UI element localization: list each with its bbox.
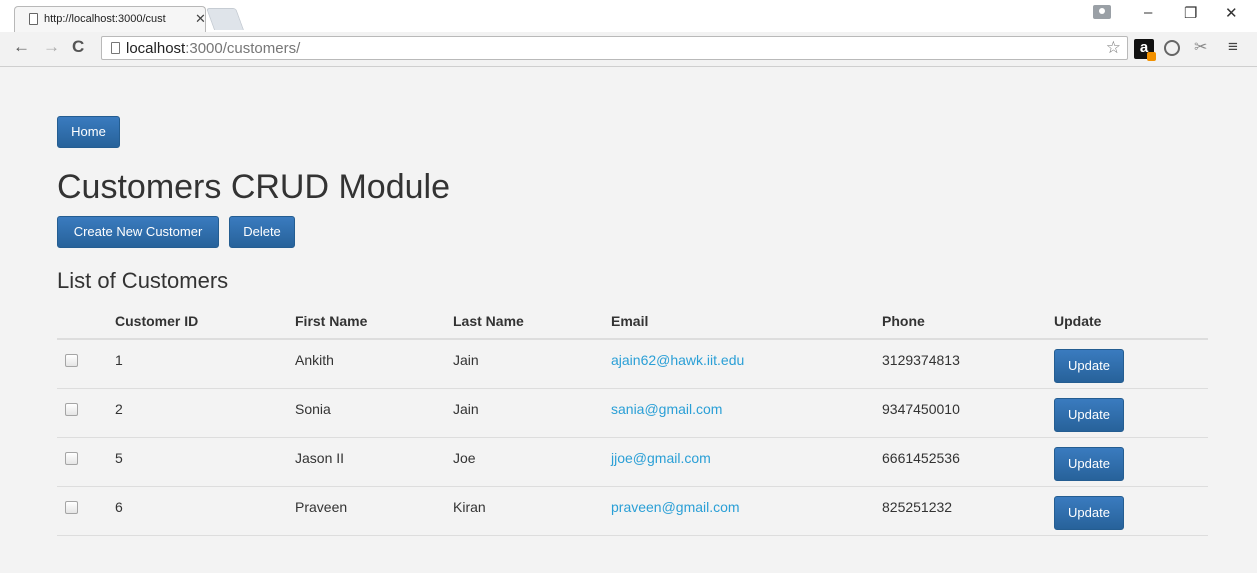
url-text: localhost:3000/customers/ <box>126 40 300 57</box>
browser-tab[interactable]: http://localhost:3000/cust ✕ <box>14 6 206 32</box>
header-customer-id: Customer ID <box>115 304 295 340</box>
cell-last-name: Jain <box>453 339 611 389</box>
cell-first-name: Sonia <box>295 388 453 438</box>
cell-customer-id: 6 <box>115 486 295 536</box>
forward-icon[interactable]: → <box>43 37 60 57</box>
cell-customer-id: 1 <box>115 339 295 389</box>
create-customer-button[interactable]: Create New Customer <box>57 216 219 248</box>
reload-icon[interactable]: C <box>72 37 84 57</box>
cell-email-link[interactable]: ajain62@hawk.iit.edu <box>611 352 744 368</box>
address-bar: ← → C localhost:3000/customers/ ☆ a ✂ ≡ <box>0 32 1257 67</box>
update-button[interactable]: Update <box>1054 349 1124 383</box>
customers-table: Customer ID First Name Last Name Email P… <box>57 304 1208 536</box>
cell-last-name: Jain <box>453 388 611 438</box>
restore-icon[interactable]: ❐ <box>1184 4 1197 22</box>
extension-cube-icon[interactable] <box>1164 40 1180 56</box>
cell-customer-id: 5 <box>115 437 295 487</box>
cell-first-name: Praveen <box>295 486 453 536</box>
table-row: 2 Sonia Jain sania@gmail.com 9347450010 … <box>57 388 1208 438</box>
extension-tool-icon[interactable]: ✂ <box>1194 37 1207 57</box>
tab-close-icon[interactable]: ✕ <box>195 11 206 27</box>
header-phone: Phone <box>882 304 1054 340</box>
cell-phone: 9347450010 <box>882 388 1054 438</box>
update-button[interactable]: Update <box>1054 495 1124 530</box>
cell-customer-id: 2 <box>115 388 295 438</box>
back-icon[interactable]: ← <box>13 37 30 57</box>
delete-button[interactable]: Delete <box>229 216 295 248</box>
url-input[interactable]: localhost:3000/customers/ ☆ <box>101 36 1128 60</box>
cell-phone: 6661452536 <box>882 437 1054 487</box>
row-checkbox[interactable] <box>65 354 78 367</box>
header-select <box>57 304 115 340</box>
header-update: Update <box>1054 304 1208 340</box>
table-row: 6 Praveen Kiran praveen@gmail.com 825251… <box>57 486 1208 536</box>
browser-tab-strip: http://localhost:3000/cust ✕ – ❐ ✕ <box>0 0 1257 32</box>
cell-last-name: Joe <box>453 437 611 487</box>
table-header-row: Customer ID First Name Last Name Email P… <box>57 304 1208 340</box>
cell-first-name: Jason II <box>295 437 453 487</box>
close-window-icon[interactable]: ✕ <box>1225 4 1238 22</box>
new-tab-button[interactable] <box>205 8 245 30</box>
url-host: localhost <box>126 40 186 57</box>
row-checkbox[interactable] <box>65 500 78 514</box>
table-row: 5 Jason II Joe jjoe@gmail.com 6661452536… <box>57 437 1208 487</box>
header-first-name: First Name <box>295 304 453 340</box>
row-checkbox[interactable] <box>65 451 78 465</box>
amazon-extension-icon[interactable]: a <box>1134 39 1156 61</box>
bookmark-star-icon[interactable]: ☆ <box>1106 38 1121 58</box>
cell-email-link[interactable]: praveen@gmail.com <box>611 499 740 515</box>
list-title: List of Customers <box>57 268 229 293</box>
header-email: Email <box>611 304 882 340</box>
minimize-icon[interactable]: – <box>1144 4 1152 21</box>
page-title: Customers CRUD Module <box>57 168 450 206</box>
cell-email-link[interactable]: sania@gmail.com <box>611 401 722 417</box>
cell-phone: 3129374813 <box>882 339 1054 389</box>
tab-title: http://localhost:3000/cust <box>44 13 166 25</box>
menu-icon[interactable]: ≡ <box>1228 37 1238 57</box>
table-row: 1 Ankith Jain ajain62@hawk.iit.edu 31293… <box>57 339 1208 389</box>
cell-phone: 825251232 <box>882 486 1054 536</box>
cell-first-name: Ankith <box>295 339 453 389</box>
header-last-name: Last Name <box>453 304 611 340</box>
profile-icon[interactable] <box>1093 5 1111 19</box>
url-path: :3000/customers/ <box>185 40 301 57</box>
row-checkbox[interactable] <box>65 402 78 416</box>
page-icon <box>111 42 120 54</box>
page-icon <box>29 13 38 25</box>
cell-email-link[interactable]: jjoe@gmail.com <box>611 450 711 466</box>
home-button[interactable]: Home <box>57 116 120 148</box>
update-button[interactable]: Update <box>1054 397 1124 432</box>
cell-last-name: Kiran <box>453 486 611 536</box>
update-button[interactable]: Update <box>1054 446 1124 481</box>
